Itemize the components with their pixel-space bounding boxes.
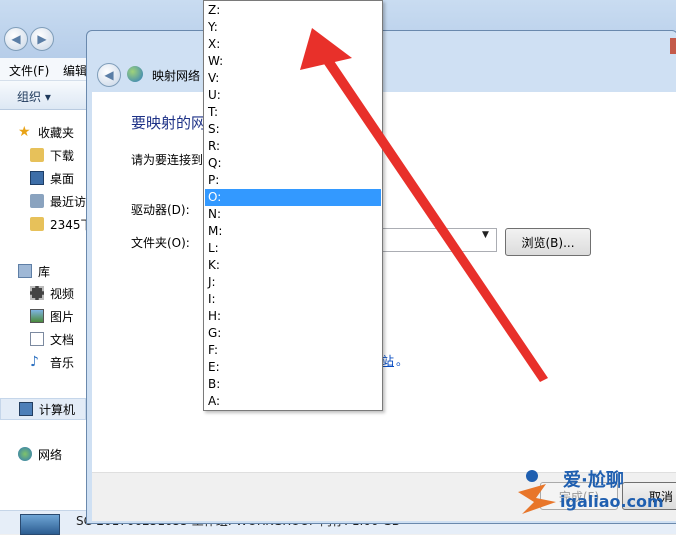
menu-file[interactable]: 文件(F) bbox=[9, 62, 49, 79]
picture-icon bbox=[30, 309, 44, 323]
nav-pictures-label: 图片 bbox=[50, 309, 75, 324]
recent-places-icon bbox=[30, 194, 44, 208]
folder-icon bbox=[30, 217, 44, 231]
drive-option-b[interactable]: B: bbox=[205, 376, 381, 393]
drive-option-x[interactable]: X: bbox=[205, 36, 381, 53]
nav-downloads-label: 下载 bbox=[50, 148, 75, 163]
nav-downloads[interactable]: 下载 bbox=[30, 145, 74, 165]
link-period: 。 bbox=[396, 354, 409, 368]
nav-libraries[interactable]: 库 bbox=[18, 261, 50, 281]
nav-desktop[interactable]: 桌面 bbox=[30, 168, 74, 188]
drive-option-w[interactable]: W: bbox=[205, 53, 381, 70]
star-icon: ★ bbox=[18, 124, 31, 140]
nav-network[interactable]: 网络 bbox=[18, 444, 62, 464]
nav-desktop-label: 桌面 bbox=[50, 171, 75, 186]
music-note-icon: ♪ bbox=[30, 354, 39, 370]
nav-network-label: 网络 bbox=[38, 447, 63, 462]
watermark-url: igaliao.com bbox=[560, 492, 664, 511]
folder-label: 文件夹(O): bbox=[131, 236, 190, 250]
forward-arrow-icon: ▶ bbox=[37, 32, 47, 46]
library-icon bbox=[18, 264, 32, 278]
drive-option-k[interactable]: K: bbox=[205, 257, 381, 274]
dialog-heading: 要映射的网 bbox=[131, 114, 207, 132]
drive-option-a[interactable]: A: bbox=[205, 393, 381, 410]
drive-option-e[interactable]: E: bbox=[205, 359, 381, 376]
nav-music-label: 音乐 bbox=[50, 355, 75, 370]
dialog-title: 映射网络 bbox=[152, 69, 201, 83]
nav-recent[interactable]: 最近访 bbox=[30, 191, 86, 211]
nav-music[interactable]: ♪ 音乐 bbox=[30, 352, 74, 372]
nav-videos[interactable]: 视频 bbox=[30, 283, 74, 303]
drive-option-f[interactable]: F: bbox=[205, 342, 381, 359]
watermark-title: 爱·尬聊 bbox=[563, 470, 624, 491]
drive-option-p[interactable]: P: bbox=[205, 172, 381, 189]
nav-2345[interactable]: 2345下 bbox=[30, 214, 93, 234]
nav-favorites-label: 收藏夹 bbox=[38, 125, 75, 140]
back-button[interactable]: ◀ bbox=[4, 27, 28, 51]
network-icon bbox=[18, 447, 32, 461]
nav-documents[interactable]: 文档 bbox=[30, 329, 74, 349]
back-arrow-icon: ◀ bbox=[11, 32, 21, 46]
drive-option-q[interactable]: Q: bbox=[205, 155, 381, 172]
network-drive-icon bbox=[127, 66, 143, 82]
drive-option-j[interactable]: J: bbox=[205, 274, 381, 291]
forward-button[interactable]: ▶ bbox=[30, 27, 54, 51]
drive-option-v[interactable]: V: bbox=[205, 70, 381, 87]
drive-option-u[interactable]: U: bbox=[205, 87, 381, 104]
drive-option-s[interactable]: S: bbox=[205, 121, 381, 138]
drive-letter-dropdown[interactable]: Z: Y: X: W: V: U: T: S: R: Q: P: O: N: M: L: K: J: I: H: G:… bbox=[203, 0, 383, 411]
back-arrow-icon: ◀ bbox=[104, 68, 114, 82]
drive-option-y[interactable]: Y: bbox=[205, 19, 381, 36]
nav-documents-label: 文档 bbox=[50, 332, 75, 347]
chevron-down-icon[interactable]: ▼ bbox=[482, 230, 489, 240]
nav-videos-label: 视频 bbox=[50, 286, 75, 301]
browse-button[interactable]: 浏览(B)... bbox=[505, 228, 591, 256]
drive-label: 驱动器(D): bbox=[131, 203, 190, 217]
download-folder-icon bbox=[30, 148, 44, 162]
nav-computer-label: 计算机 bbox=[39, 402, 76, 417]
nav-recent-label: 最近访 bbox=[50, 194, 87, 209]
drive-option-r[interactable]: R: bbox=[205, 138, 381, 155]
computer-icon bbox=[19, 402, 33, 416]
dialog-content bbox=[92, 92, 676, 472]
video-icon bbox=[30, 286, 44, 300]
document-icon bbox=[30, 332, 44, 346]
drive-option-t[interactable]: T: bbox=[205, 104, 381, 121]
nav-computer[interactable]: 计算机 bbox=[0, 398, 86, 420]
dialog-close-button[interactable] bbox=[670, 38, 676, 54]
menu-edit[interactable]: 编辑 bbox=[63, 62, 87, 79]
drive-option-g[interactable]: G: bbox=[205, 325, 381, 342]
drive-option-l[interactable]: L: bbox=[205, 240, 381, 257]
nav-favorites[interactable]: ★ 收藏夹 bbox=[18, 122, 74, 142]
organize-button[interactable]: 组织 ▾ bbox=[17, 88, 51, 105]
dialog-back-button[interactable]: ◀ bbox=[97, 63, 121, 87]
drive-option-z[interactable]: Z: bbox=[205, 2, 381, 19]
drive-option-o[interactable]: O: bbox=[205, 189, 381, 206]
folder-input[interactable] bbox=[382, 228, 497, 252]
nav-pictures[interactable]: 图片 bbox=[30, 306, 74, 326]
desktop-icon bbox=[30, 171, 44, 185]
drive-option-i[interactable]: I: bbox=[205, 291, 381, 308]
drive-option-n[interactable]: N: bbox=[205, 206, 381, 223]
nav-libraries-label: 库 bbox=[38, 264, 51, 279]
computer-large-icon bbox=[20, 514, 60, 535]
drive-option-m[interactable]: M: bbox=[205, 223, 381, 240]
dialog-instruction: 请为要连接到 bbox=[131, 153, 204, 167]
drive-option-h[interactable]: H: bbox=[205, 308, 381, 325]
help-link[interactable]: 站 bbox=[382, 352, 394, 369]
